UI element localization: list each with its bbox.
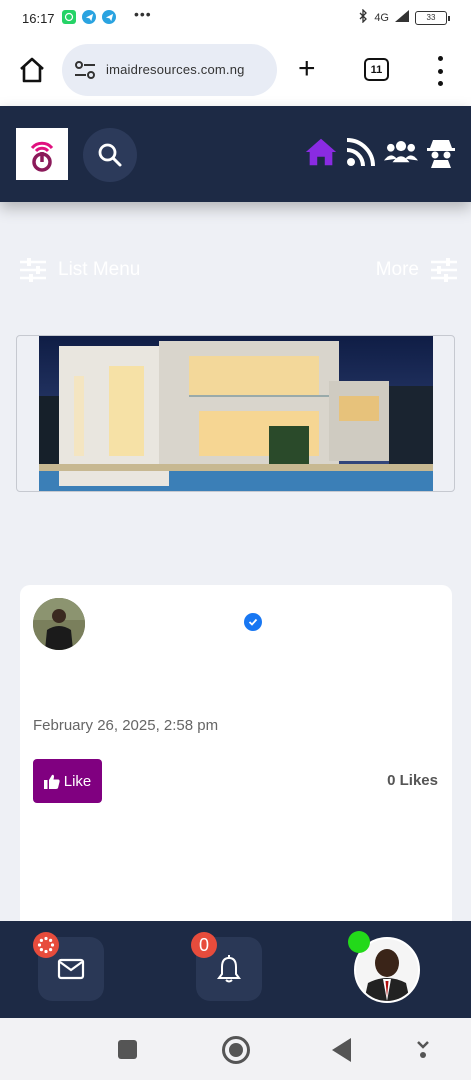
url-text: imaidresources.com.ng: [106, 62, 245, 77]
signal-icon: [395, 10, 409, 25]
new-tab-icon[interactable]: +: [298, 54, 316, 84]
site-logo[interactable]: [16, 128, 68, 180]
like-button[interactable]: Like: [33, 759, 102, 803]
list-menu-button[interactable]: List Menu: [20, 258, 140, 282]
status-right: 4G 33: [358, 8, 450, 26]
rss-feed-icon[interactable]: [344, 134, 378, 170]
author-avatar[interactable]: [33, 598, 85, 650]
sliders-icon: [20, 258, 46, 282]
address-bar[interactable]: imaidresources.com.ng: [62, 44, 277, 96]
network-label: 4G: [374, 11, 389, 24]
incognito-icon[interactable]: [424, 134, 458, 170]
battery-icon: 33: [415, 10, 450, 25]
online-status-dot: [348, 931, 370, 953]
recents-icon[interactable]: [118, 1040, 137, 1059]
tab-count: 11: [370, 63, 383, 76]
more-label: More: [375, 259, 419, 280]
users-icon[interactable]: [384, 134, 418, 170]
browser-toolbar: imaidresources.com.ng + 11: [0, 36, 471, 106]
more-notifications-icon: •••: [134, 6, 152, 22]
sliders-icon: [431, 258, 457, 282]
whatsapp-icon: [62, 10, 76, 24]
hide-keyboard-icon[interactable]: [414, 1040, 432, 1060]
more-button[interactable]: More: [376, 258, 457, 282]
home-button-icon[interactable]: [222, 1036, 250, 1064]
tab-switcher-button[interactable]: 11: [364, 58, 389, 81]
notification-count-badge: 0: [191, 932, 217, 958]
telegram-icon: [102, 10, 116, 24]
bottom-app-bar: 0: [0, 921, 471, 1018]
home-icon[interactable]: [304, 134, 338, 170]
banner: [16, 335, 455, 492]
likes-count: 0 Likes: [387, 772, 438, 789]
status-app-icons: [62, 10, 116, 24]
header-nav: [304, 134, 458, 170]
list-menu-label: List Menu: [58, 259, 141, 280]
status-time: 16:17: [22, 11, 55, 26]
status-bar: 16:17 ••• 4G 33: [0, 0, 471, 36]
search-icon: [98, 143, 122, 167]
browser-menu-icon[interactable]: [430, 56, 450, 86]
site-header: [0, 106, 471, 202]
telegram-icon: [82, 10, 96, 24]
envelope-icon: [57, 958, 85, 980]
post-timestamp: February 26, 2025, 2:58 pm: [33, 717, 219, 734]
site-settings-icon[interactable]: [74, 60, 96, 80]
system-nav-bar: [0, 1018, 471, 1080]
menu-row: List Menu More: [0, 252, 471, 292]
bell-icon: [217, 955, 241, 983]
banner-house-image[interactable]: [39, 336, 433, 491]
back-icon[interactable]: [332, 1038, 351, 1062]
search-button[interactable]: [83, 128, 137, 182]
home-icon[interactable]: [18, 56, 46, 84]
loading-spinner-icon: [33, 932, 59, 958]
like-label: Like: [63, 772, 92, 790]
post-card: February 26, 2025, 2:58 pm Like 0 Likes: [20, 585, 452, 945]
verified-badge-icon: [244, 613, 262, 631]
bluetooth-icon: [358, 8, 368, 26]
battery-level: 33: [426, 13, 436, 22]
thumbs-up-icon: [43, 774, 60, 789]
